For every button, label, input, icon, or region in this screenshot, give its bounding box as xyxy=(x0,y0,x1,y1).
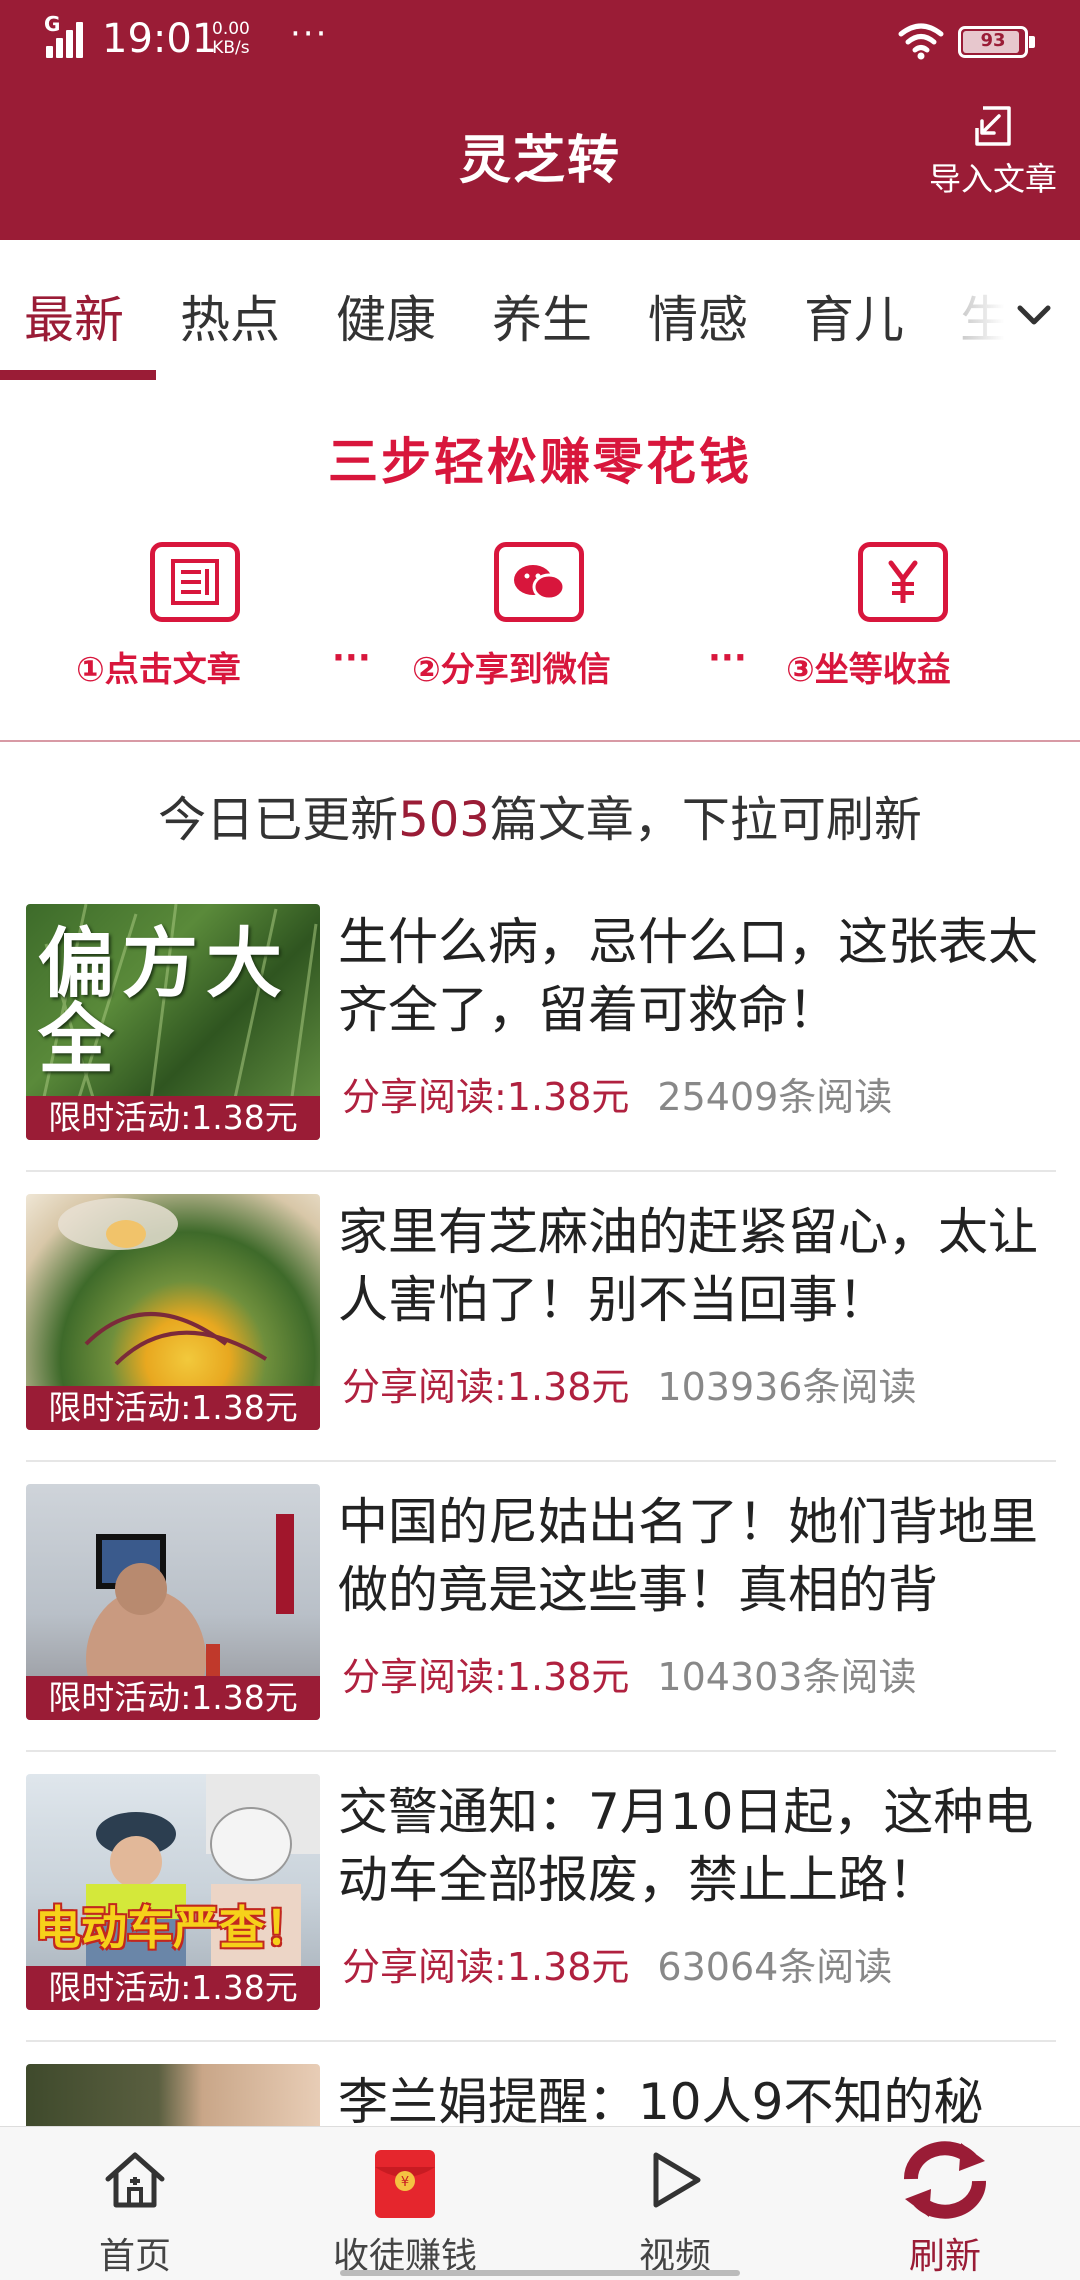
steps-banner[interactable]: 三步轻松赚零花钱 ①点击文章 ··· ②分享到微信 ··· ③坐等收益 xyxy=(0,380,1080,742)
red-envelope-icon: ¥ xyxy=(375,2150,435,2218)
battery-percent: 93 xyxy=(980,30,1006,51)
article-title: 家里有芝麻油的赶紧留心，太让人害怕了！别不当回事！ xyxy=(338,1203,1038,1329)
thumbnail-caption: 偏方大全 xyxy=(38,919,290,1084)
nav-home-label: 首页 xyxy=(98,2236,171,2277)
nav-video[interactable]: 视频 xyxy=(580,2127,770,2280)
update-suffix: 篇文章，下拉可刷新 xyxy=(489,792,922,848)
network-speed-unit: KB/s xyxy=(212,38,250,58)
svg-text:¥: ¥ xyxy=(401,2175,409,2190)
import-article-button[interactable]: 导入文章 xyxy=(908,104,1078,214)
nav-refresh-label: 刷新 xyxy=(908,2236,981,2277)
article-meta: 分享阅读:1.38元 103936条阅读 xyxy=(342,1356,916,1411)
article-item[interactable]: 限时活动:1.38元 家里有芝麻油的赶紧留心，太让人害怕了！别不当回事！ 分享阅… xyxy=(26,1172,1056,1462)
promo-badge: 限时活动:1.38元 xyxy=(26,1676,320,1720)
share-reward: 分享阅读:1.38元 xyxy=(342,1075,630,1119)
share-reward: 分享阅读:1.38元 xyxy=(342,1945,630,1989)
wifi-icon xyxy=(898,23,944,60)
read-count: 63064条阅读 xyxy=(657,1945,893,1989)
refresh-icon xyxy=(904,2141,986,2219)
article-meta: 分享阅读:1.38元 63064条阅读 xyxy=(342,1936,892,1991)
promo-badge: 限时活动:1.38元 xyxy=(26,1096,320,1140)
update-prefix: 今日已更新 xyxy=(158,792,399,848)
tab-health[interactable]: 健康 xyxy=(336,280,436,352)
read-count: 25409条阅读 xyxy=(657,1075,893,1119)
more-notifications-icon: ··· xyxy=(290,14,329,54)
promo-badge: 限时活动:1.38元 xyxy=(26,1386,320,1430)
step-separator: ··· xyxy=(332,638,371,678)
network-speed-value: 0.00 xyxy=(212,19,250,39)
article-item[interactable]: 电动车严查！ 限时活动:1.38元 交警通知：7月10日起，这种电动车全部报废，… xyxy=(26,1752,1056,2042)
tab-hot[interactable]: 热点 xyxy=(180,280,280,352)
article-item[interactable]: 限时活动:1.38元 中国的尼姑出名了！她们背地里做的竟是这些事！真相的背 分享… xyxy=(26,1462,1056,1752)
article-thumbnail: 电动车严查！ 限时活动:1.38元 xyxy=(26,1774,320,2010)
article-icon xyxy=(150,542,240,622)
promo-badge: 限时活动:1.38元 xyxy=(26,1966,320,2010)
nav-home[interactable]: 首页 xyxy=(40,2127,230,2280)
step-2-label: ②分享到微信 xyxy=(412,650,611,690)
play-icon xyxy=(653,2152,701,2208)
step-separator: ··· xyxy=(708,638,747,678)
article-title: 生什么病，忌什么口，这张表太齐全了，留着可救命！ xyxy=(338,913,1038,1039)
status-time: 19:01 xyxy=(102,16,218,62)
category-tabs: 最新 热点 健康 养生 情感 育儿 生 xyxy=(0,240,1080,380)
import-article-label: 导入文章 xyxy=(928,160,1057,198)
step-3-label: ③坐等收益 xyxy=(786,650,951,690)
import-icon xyxy=(975,106,1011,146)
article-item[interactable]: 偏方大全 限时活动:1.38元 生什么病，忌什么口，这张表太齐全了，留着可救命！… xyxy=(26,882,1056,1172)
tab-parenting[interactable]: 育儿 xyxy=(804,280,904,352)
nav-recruit[interactable]: ¥ 收徒赚钱 xyxy=(310,2127,500,2280)
update-count: 503 xyxy=(398,792,490,848)
share-reward: 分享阅读:1.38元 xyxy=(342,1365,630,1409)
read-count: 104303条阅读 xyxy=(657,1655,917,1699)
step-1-label: ①点击文章 xyxy=(76,650,241,690)
article-thumbnail: 限时活动:1.38元 xyxy=(26,1194,320,1430)
network-type: G xyxy=(44,12,61,36)
active-tab-indicator xyxy=(0,370,156,380)
banner-title: 三步轻松赚零花钱 xyxy=(328,433,752,491)
article-meta: 分享阅读:1.38元 25409条阅读 xyxy=(342,1066,892,1121)
yuan-icon xyxy=(858,542,948,622)
battery-icon: 93 xyxy=(958,26,1035,58)
article-meta: 分享阅读:1.38元 104303条阅读 xyxy=(342,1646,916,1701)
thumbnail-caption: 电动车严查！ xyxy=(35,1901,311,1955)
network-speed: 0.00 KB/s xyxy=(212,20,250,58)
nav-refresh[interactable]: 刷新 xyxy=(850,2127,1040,2280)
update-notice: 今日已更新503篇文章，下拉可刷新 xyxy=(0,742,1080,882)
article-thumbnail: 限时活动:1.38元 xyxy=(26,1484,320,1720)
signal-icon: G xyxy=(44,12,90,58)
home-icon xyxy=(105,2152,165,2208)
tab-latest[interactable]: 最新 xyxy=(24,280,124,352)
article-title: 中国的尼姑出名了！她们背地里做的竟是这些事！真相的背 xyxy=(338,1493,1038,1619)
tab-wellness[interactable]: 养生 xyxy=(492,280,592,352)
article-title: 交警通知：7月10日起，这种电动车全部报废，禁止上路！ xyxy=(338,1783,1034,1909)
share-reward: 分享阅读:1.38元 xyxy=(342,1655,630,1699)
tab-emotion[interactable]: 情感 xyxy=(648,280,748,352)
app-header: G 19:01 0.00 KB/s ··· 93 灵芝转 导入文章 xyxy=(0,0,1080,240)
status-bar: G 19:01 0.00 KB/s ··· 93 xyxy=(0,0,1080,84)
bottom-navigation: 首页 ¥ 收徒赚钱 视频 刷新 xyxy=(0,2126,1080,2280)
article-thumbnail: 偏方大全 限时活动:1.38元 xyxy=(26,904,320,1140)
home-indicator[interactable] xyxy=(340,2270,740,2276)
read-count: 103936条阅读 xyxy=(657,1365,917,1409)
wechat-icon xyxy=(494,542,584,622)
chevron-down-icon[interactable] xyxy=(1010,296,1058,336)
